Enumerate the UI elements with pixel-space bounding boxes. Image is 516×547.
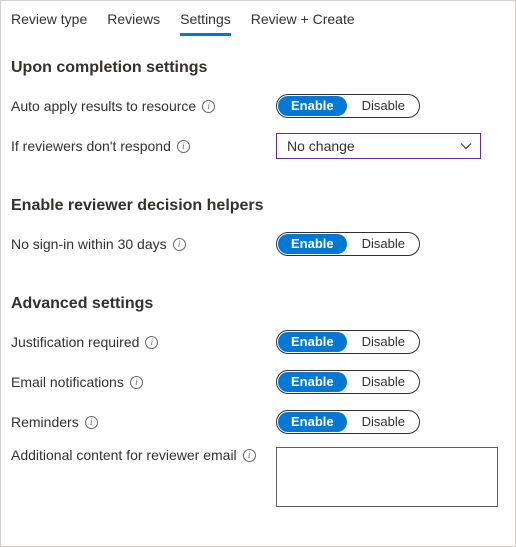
tab-review-create[interactable]: Review + Create: [251, 7, 355, 36]
toggle-option-disable[interactable]: Disable: [348, 95, 419, 117]
label-justification: Justification required: [11, 334, 139, 350]
label-auto-apply: Auto apply results to resource: [11, 98, 196, 114]
toggle-option-enable[interactable]: Enable: [278, 372, 347, 392]
toggle-option-disable[interactable]: Disable: [348, 233, 419, 255]
toggle-option-disable[interactable]: Disable: [348, 411, 419, 433]
tab-bar: Review type Reviews Settings Review + Cr…: [1, 1, 515, 37]
label-reminders: Reminders: [11, 414, 79, 430]
info-icon[interactable]: i: [202, 100, 215, 113]
row-auto-apply: Auto apply results to resource i Enable …: [11, 91, 505, 121]
textarea-reviewer-email[interactable]: [276, 447, 498, 507]
toggle-reminders[interactable]: Enable Disable: [276, 410, 420, 434]
toggle-option-enable[interactable]: Enable: [278, 96, 347, 116]
toggle-option-enable[interactable]: Enable: [278, 234, 347, 254]
info-icon[interactable]: i: [177, 140, 190, 153]
info-icon[interactable]: i: [145, 336, 158, 349]
toggle-auto-apply[interactable]: Enable Disable: [276, 94, 420, 118]
toggle-email-notifications[interactable]: Enable Disable: [276, 370, 420, 394]
row-justification: Justification required i Enable Disable: [11, 327, 505, 357]
toggle-option-disable[interactable]: Disable: [348, 371, 419, 393]
settings-panel: Review type Reviews Settings Review + Cr…: [0, 0, 516, 547]
toggle-no-signin[interactable]: Enable Disable: [276, 232, 420, 256]
section-title-helpers: Enable reviewer decision helpers: [11, 197, 505, 215]
label-no-respond: If reviewers don't respond: [11, 138, 171, 154]
row-no-signin: No sign-in within 30 days i Enable Disab…: [11, 229, 505, 259]
label-additional-content: Additional content for reviewer email: [11, 447, 237, 463]
section-title-completion: Upon completion settings: [11, 59, 505, 77]
toggle-option-enable[interactable]: Enable: [278, 412, 347, 432]
tab-reviews[interactable]: Reviews: [107, 7, 160, 36]
row-reminders: Reminders i Enable Disable: [11, 407, 505, 437]
info-icon[interactable]: i: [173, 238, 186, 251]
info-icon[interactable]: i: [243, 449, 256, 462]
toggle-justification[interactable]: Enable Disable: [276, 330, 420, 354]
dropdown-no-respond[interactable]: No change: [276, 133, 481, 159]
row-no-respond: If reviewers don't respond i No change: [11, 131, 505, 161]
content-area: Upon completion settings Auto apply resu…: [1, 37, 515, 527]
info-icon[interactable]: i: [130, 376, 143, 389]
label-email-notifications: Email notifications: [11, 374, 124, 390]
label-no-signin: No sign-in within 30 days: [11, 236, 167, 252]
tab-review-type[interactable]: Review type: [11, 7, 87, 36]
row-email-notifications: Email notifications i Enable Disable: [11, 367, 505, 397]
toggle-option-enable[interactable]: Enable: [278, 332, 347, 352]
chevron-down-icon: [460, 140, 472, 152]
tab-settings[interactable]: Settings: [180, 7, 231, 36]
dropdown-value: No change: [287, 138, 355, 154]
toggle-option-disable[interactable]: Disable: [348, 331, 419, 353]
row-additional-content: Additional content for reviewer email i: [11, 447, 505, 507]
info-icon[interactable]: i: [85, 416, 98, 429]
section-title-advanced: Advanced settings: [11, 295, 505, 313]
